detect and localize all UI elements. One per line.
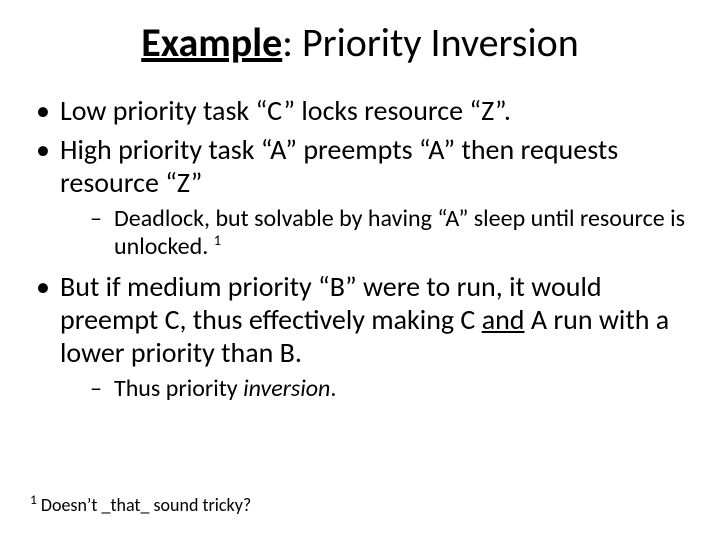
footnote: 1 Doesn’t _that_ sound tricky? (30, 494, 251, 516)
bullet-2-text: High priority task “A” preempts “A” then… (60, 132, 618, 200)
bullet-2-sub-1-text: Deadlock, but solvable by having “A” sle… (114, 204, 685, 261)
bullet-3-sub-1-text: Thus priority (114, 374, 243, 403)
bullet-3: But if medium priority “B” were to run, … (30, 270, 690, 403)
bullet-3-sublist: Thus priority inversion. (60, 375, 690, 403)
bullet-3-sub-1: Thus priority inversion. (60, 375, 690, 403)
bullet-1: Low priority task “C” locks resource “Z”… (30, 94, 690, 127)
bullet-2: High priority task “A” preempts “A” then… (30, 133, 690, 262)
title-rest: : Priority Inversion (282, 18, 579, 67)
footnote-text: Doesn’t _that_ sound tricky? (37, 494, 251, 516)
bullet-3-sub-1-end: . (330, 374, 336, 403)
bullet-3-sub-1-italic: inversion (243, 374, 330, 403)
footnote-sup: 1 (30, 491, 37, 508)
bullet-2-sub-1-sup: 1 (214, 231, 221, 249)
slide: Example: Priority Inversion Low priority… (0, 0, 720, 540)
slide-title: Example: Priority Inversion (30, 20, 690, 66)
bullet-3-and: and (482, 302, 525, 337)
title-underlined: Example (141, 18, 282, 67)
bullet-2-sublist: Deadlock, but solvable by having “A” sle… (60, 205, 690, 262)
bullet-2-sub-1: Deadlock, but solvable by having “A” sle… (60, 205, 690, 262)
bullet-1-text: Low priority task “C” locks resource “Z”… (60, 93, 511, 128)
bullet-list: Low priority task “C” locks resource “Z”… (30, 94, 690, 403)
